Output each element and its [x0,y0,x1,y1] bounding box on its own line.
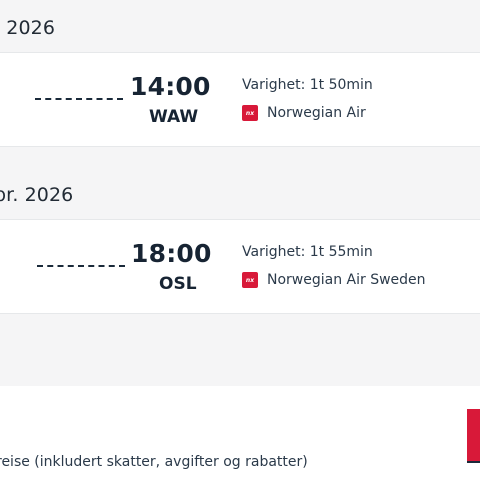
airline-info: nx Norwegian Air [242,105,366,121]
outbound-flight-card[interactable]: 14:00 WAW Varighet: 1t 50min nx Norwegia… [0,52,480,147]
flight-duration: Varighet: 1t 55min [242,244,373,260]
airline-name: Norwegian Air [267,105,366,121]
price-note: reise (inkludert skatter, avgifter og ra… [0,454,308,470]
outbound-date-header: . 2026 [0,17,56,39]
airline-info: nx Norwegian Air Sweden [242,272,426,288]
button-underline [467,461,480,463]
airline-name: Norwegian Air Sweden [267,272,426,288]
arrival-airport: WAW [149,107,199,127]
arrival-time: 14:00 [130,72,211,101]
norwegian-logo-icon: nx [242,272,258,288]
continue-button[interactable] [467,409,480,461]
flight-duration: Varighet: 1t 50min [242,77,373,93]
flight-path-line [35,98,123,100]
return-date-header: pr. 2026 [0,184,74,206]
arrival-time: 18:00 [131,239,212,268]
flight-path-line [37,265,125,267]
return-flight-card[interactable]: 18:00 OSL Varighet: 1t 55min nx Norwegia… [0,219,480,314]
norwegian-logo-icon: nx [242,105,258,121]
arrival-airport: OSL [159,274,197,294]
